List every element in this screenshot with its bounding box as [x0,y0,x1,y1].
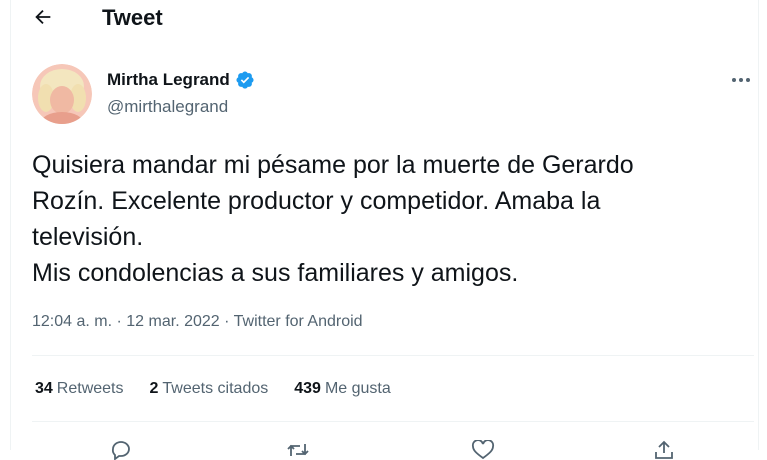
header-bar: Tweet [10,0,757,36]
tweet-timestamp-link[interactable]: 12:04 a. m. · 12 mar. 2022 [32,313,220,330]
tweet-source-link[interactable]: Twitter for Android [234,313,363,330]
tweet-text-line: televisión. [32,223,144,251]
verified-badge-icon [236,71,254,89]
page-title: Tweet [102,5,163,30]
retweets-stat[interactable]: 34 Retweets [35,380,124,398]
tweet-date: 12 mar. 2022 [126,313,220,330]
avatar[interactable] [32,64,92,124]
quotes-label: Tweets citados [162,380,269,397]
likes-count: 439 [294,380,321,397]
retweet-icon[interactable] [286,440,310,460]
retweets-label: Retweets [56,380,124,397]
tweet-text: Quisiera mandar mi pésame por la muerte … [32,147,732,291]
tweet-metadata: 12:04 a. m. · 12 mar. 2022 · Twitter for… [32,313,363,331]
back-button[interactable] [30,4,56,30]
tweet-stats: 34 Retweets 2 Tweets citados 439 Me gusta [35,380,417,398]
likes-label: Me gusta [324,380,391,397]
author-handle[interactable]: @mirthalegrand [107,97,228,117]
more-icon [732,78,750,82]
meta-separator: · [224,313,230,330]
author-name[interactable]: Mirtha Legrand [107,70,230,90]
more-options-button[interactable] [728,71,754,89]
divider [32,355,754,356]
quotes-count: 2 [149,380,159,397]
tweet-text-line: Mis condolencias a sus familiares y amig… [32,259,519,287]
reply-icon[interactable] [109,440,133,460]
likes-stat[interactable]: 439 Me gusta [294,380,391,398]
tweet-time: 12:04 a. m. [32,313,113,330]
divider [32,421,754,422]
retweets-count: 34 [35,380,53,397]
author-name-row[interactable]: Mirtha Legrand [107,70,255,90]
share-icon[interactable] [652,440,676,460]
tweet-text-line: Quisiera mandar mi pésame por la muerte … [32,151,634,179]
like-icon[interactable] [471,440,495,460]
meta-separator: · [116,313,122,330]
arrow-left-icon [35,9,51,25]
tweet-text-line: Rozín. Excelente productor y competidor.… [32,187,601,215]
quotes-stat[interactable]: 2 Tweets citados [150,380,269,398]
